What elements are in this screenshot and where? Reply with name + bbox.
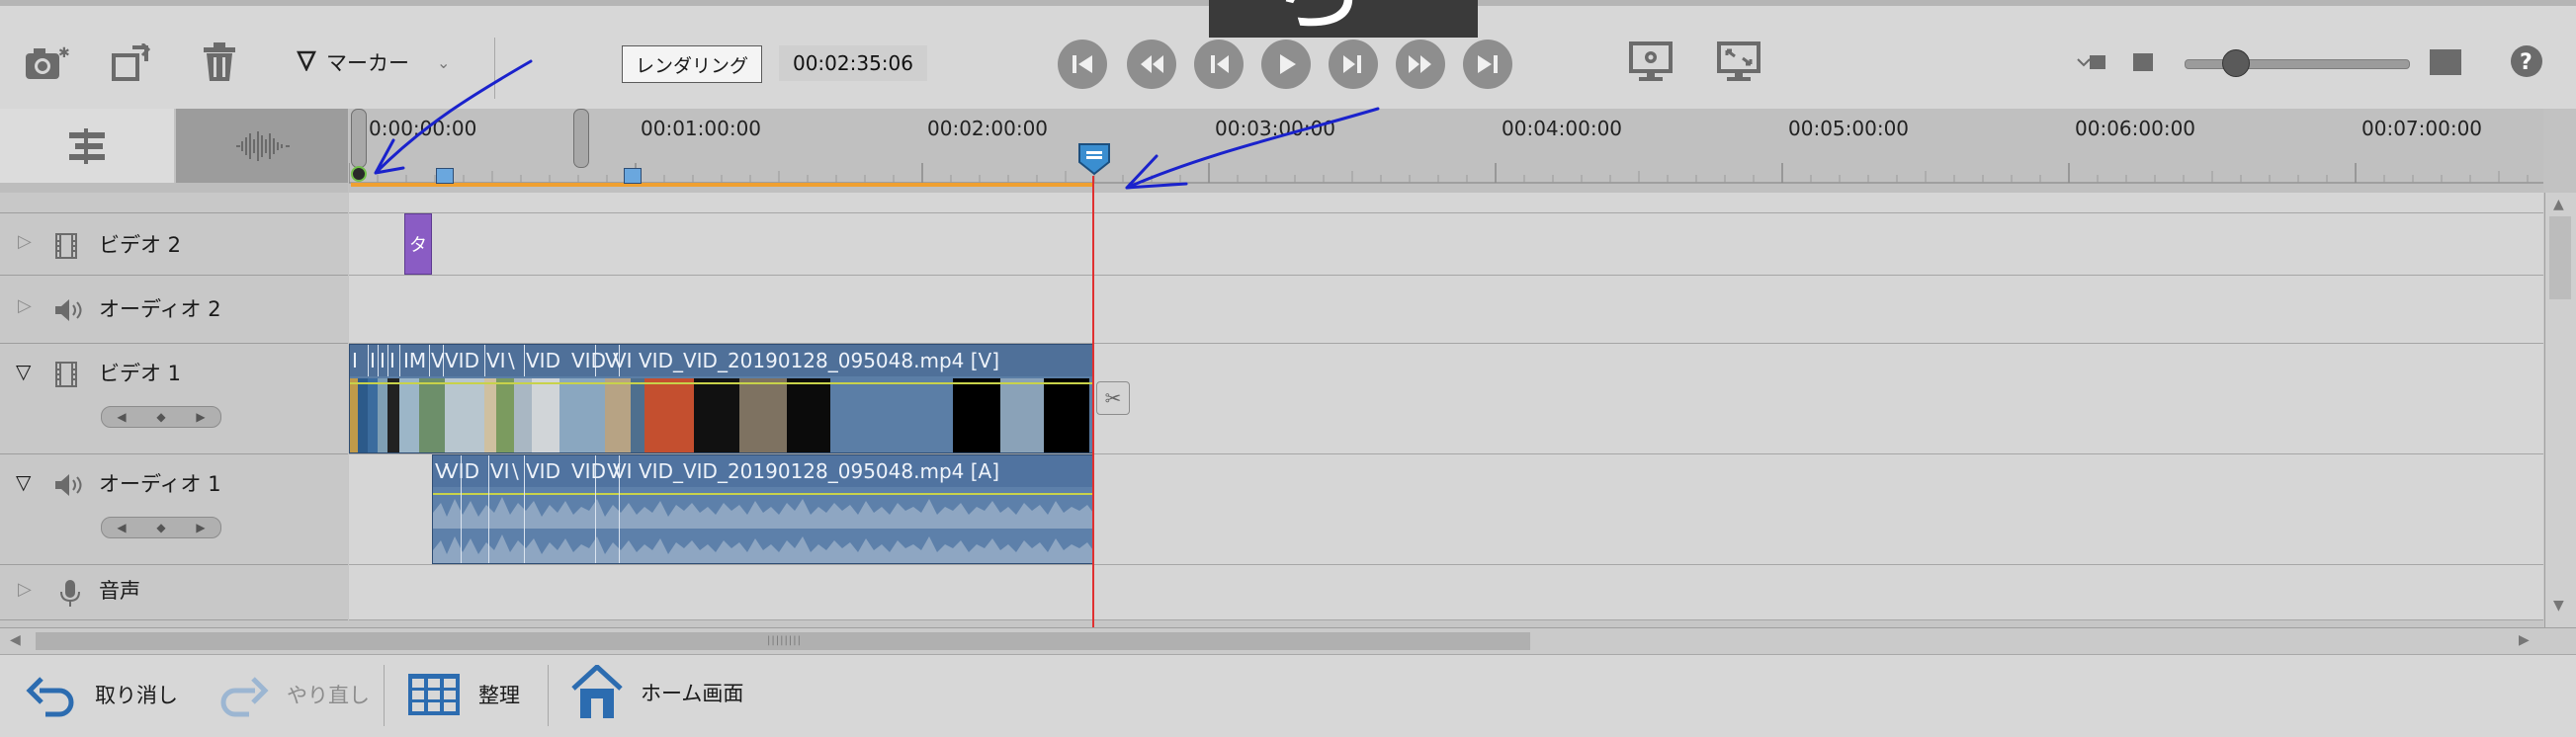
- undo-icon: [26, 677, 74, 717]
- bottom-bar: 取り消し やり直し 整理 ホーム画面: [0, 654, 2576, 737]
- home-button[interactable]: ホーム画面: [571, 665, 743, 720]
- undo-label: 取り消し: [95, 684, 178, 707]
- home-icon: [571, 665, 623, 718]
- grid-icon: [408, 674, 460, 715]
- undo-button[interactable]: 取り消し: [26, 669, 178, 720]
- redo-label: やり直し: [287, 684, 370, 707]
- redo-button[interactable]: やり直し: [217, 669, 370, 720]
- annotation-overlay: [374, 59, 1380, 190]
- organize-button[interactable]: 整理: [407, 673, 520, 716]
- redo-icon: [220, 677, 269, 717]
- organize-label: 整理: [478, 684, 520, 707]
- home-label: ホーム画面: [641, 682, 744, 705]
